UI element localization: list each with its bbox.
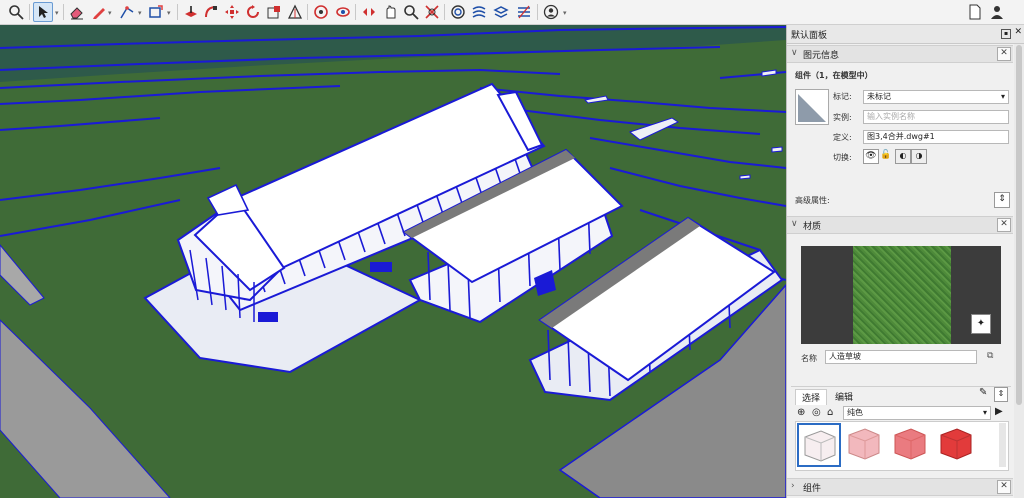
definition-input[interactable]: 图3,4合并.dwg#1 — [863, 130, 1009, 144]
tag-value: 未标记 — [867, 92, 891, 101]
library-select[interactable]: 纯色 ▾ — [843, 406, 991, 420]
toggle-label: 切换: — [833, 153, 852, 162]
eraser-icon[interactable] — [67, 2, 87, 22]
follow-me-icon[interactable] — [201, 2, 221, 22]
chevron-down-icon: ▾ — [1000, 92, 1005, 101]
entity-info-title: 图元信息 — [803, 51, 840, 61]
pencil-icon[interactable] — [89, 2, 109, 22]
scene-3d — [0, 25, 786, 498]
chevron-down-icon: ∨ — [791, 219, 798, 229]
chevron-down-icon[interactable]: ▾ — [563, 9, 567, 17]
swatch-3[interactable] — [935, 423, 979, 467]
move-icon[interactable] — [222, 2, 242, 22]
select-arrow-icon[interactable] — [33, 2, 53, 22]
default-tray-panel: 默认面板 ▪ ✕ ∨ 图元信息 ✕ 组件（1，在模型中） 标记: 未标记 ▾ 实例… — [786, 25, 1024, 498]
sandbox-icon[interactable] — [469, 2, 489, 22]
close-icon[interactable]: ✕ — [997, 47, 1011, 61]
section-icon[interactable] — [448, 2, 468, 22]
eyedropper-icon[interactable]: ✎ — [979, 387, 987, 398]
cast-shadows-icon[interactable]: ◑ — [911, 149, 927, 164]
tag-select[interactable]: 未标记 ▾ — [863, 90, 1009, 104]
swatch-scrollbar[interactable] — [999, 423, 1006, 467]
eye-icon[interactable]: 👁 — [863, 149, 879, 164]
model-viewport[interactable] — [0, 25, 786, 498]
chevron-down-icon: ▾ — [982, 408, 987, 417]
chevron-right-icon: › — [791, 481, 795, 491]
library-value: 纯色 — [847, 408, 863, 417]
grass-texture — [853, 246, 951, 344]
chevron-down-icon[interactable]: ▾ — [138, 9, 142, 17]
expand-icon[interactable]: ⇕ — [994, 192, 1010, 208]
chevron-down-icon[interactable]: ▾ — [108, 9, 112, 17]
material-name-value: 人造草坡 — [829, 352, 861, 361]
instance-name-input[interactable]: 输入实例名称 — [863, 110, 1009, 124]
materials-title: 材质 — [803, 222, 822, 232]
close-icon[interactable]: ✕ — [997, 480, 1011, 494]
tag-label: 标记: — [833, 92, 852, 101]
main-toolbar: ▾ ▾ ▾ ▾ ▾ — [0, 0, 1024, 25]
panel-titlebar: 默认面板 ▪ ✕ — [787, 25, 1024, 44]
zoom-icon[interactable] — [401, 2, 421, 22]
components-title: 组件 — [803, 484, 822, 494]
chevron-down-icon: ∨ — [791, 48, 798, 58]
definition-label: 定义: — [833, 133, 852, 142]
detail-icon[interactable]: ⇕ — [994, 387, 1008, 402]
swatch-1[interactable] — [843, 423, 887, 467]
tape-measure-icon[interactable] — [285, 2, 305, 22]
pan-icon[interactable] — [380, 2, 400, 22]
details-arrow-icon[interactable]: ▶ — [995, 406, 1003, 417]
component-title: 组件（1，在模型中） — [795, 71, 873, 80]
definition-value: 图3,4合并.dwg#1 — [867, 132, 935, 141]
rotate-icon[interactable] — [243, 2, 263, 22]
tab-edit[interactable]: 编辑 — [829, 389, 859, 404]
swatch-2[interactable] — [889, 423, 933, 467]
pan-icon[interactable] — [359, 2, 379, 22]
material-name-input[interactable]: 人造草坡 — [825, 350, 977, 364]
create-material-icon[interactable]: ✦ — [971, 314, 991, 334]
close-icon[interactable]: ✕ — [997, 218, 1011, 232]
lock-icon[interactable]: 🔓 — [879, 149, 893, 162]
receive-shadows-icon[interactable]: ◐ — [895, 149, 911, 164]
orbit-icon[interactable] — [333, 2, 353, 22]
materials-header[interactable]: ∨ 材质 ✕ — [787, 216, 1013, 234]
orbit-icon[interactable] — [311, 2, 331, 22]
pin-icon[interactable]: ▪ — [1001, 29, 1011, 39]
line-icon[interactable] — [117, 2, 137, 22]
chevron-down-icon[interactable]: ▾ — [167, 9, 171, 17]
push-pull-icon[interactable] — [181, 2, 201, 22]
entity-info-header[interactable]: ∨ 图元信息 ✕ — [787, 45, 1013, 63]
instance-label: 实例: — [833, 113, 852, 122]
user-icon[interactable] — [987, 2, 1007, 22]
component-thumbnail — [795, 89, 829, 125]
components-header[interactable]: › 组件 ✕ — [787, 478, 1013, 496]
tab-select[interactable]: 选择 — [795, 389, 828, 405]
material-preview: ✦ — [801, 246, 1001, 344]
styles-icon[interactable] — [514, 2, 534, 22]
chevron-down-icon[interactable]: ▾ — [55, 9, 59, 17]
copy-icon[interactable]: ⧉ — [987, 351, 993, 361]
new-file-icon[interactable] — [965, 2, 985, 22]
close-icon[interactable]: ✕ — [1014, 27, 1022, 37]
scale-icon[interactable] — [264, 2, 284, 22]
account-icon[interactable] — [541, 2, 561, 22]
panel-title: 默认面板 — [791, 31, 828, 41]
layers-icon[interactable] — [491, 2, 511, 22]
swatch-0[interactable] — [797, 423, 841, 467]
add-material-icon[interactable]: ⊕ — [797, 407, 805, 418]
rectangle-icon[interactable] — [146, 2, 166, 22]
advanced-attributes-label: 高级属性: — [795, 196, 830, 205]
search-icon[interactable] — [6, 2, 26, 22]
panel-scrollbar-thumb[interactable] — [1016, 45, 1022, 405]
material-name-label: 名称 — [801, 354, 817, 363]
home-icon[interactable]: ⌂ — [827, 407, 833, 418]
zoom-extents-icon[interactable] — [422, 2, 442, 22]
instance-placeholder: 输入实例名称 — [867, 112, 915, 121]
back-icon[interactable]: ◎ — [812, 407, 821, 418]
